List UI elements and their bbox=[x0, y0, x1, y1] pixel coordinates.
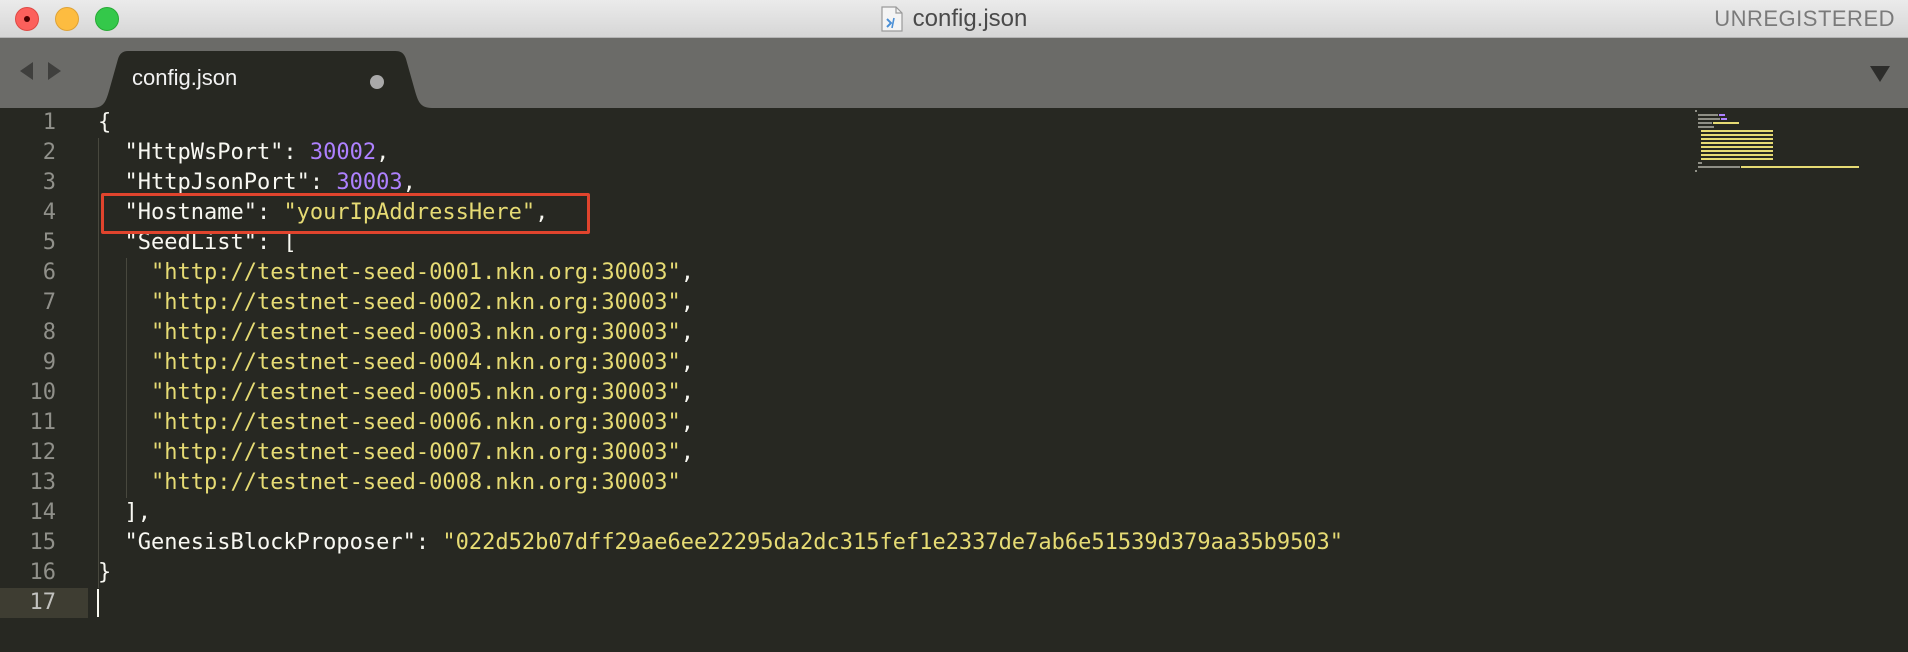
code-token: "022d52b07dff29ae6ee22295da2dc315fef1e23… bbox=[442, 530, 1344, 555]
unsaved-dot-icon[interactable] bbox=[370, 75, 384, 89]
line-number: 5 bbox=[42, 230, 56, 255]
code-line[interactable]: 7 "http://testnet-seed-0002.nkn.org:3000… bbox=[0, 288, 1908, 318]
code-token: { bbox=[98, 110, 112, 135]
license-status: UNREGISTERED bbox=[1714, 6, 1895, 31]
line-number: 2 bbox=[42, 140, 56, 165]
code-text: "http://testnet-seed-0003.nkn.org:30003"… bbox=[98, 318, 694, 348]
code-text: "http://testnet-seed-0008.nkn.org:30003" bbox=[98, 468, 681, 498]
code-token: , bbox=[680, 410, 695, 435]
line-number: 6 bbox=[42, 260, 56, 285]
nav-back-icon[interactable] bbox=[20, 62, 33, 80]
code-token: , bbox=[680, 380, 695, 405]
title-bar: config.json UNREGISTERED bbox=[0, 0, 1908, 38]
code-line[interactable]: 6 "http://testnet-seed-0001.nkn.org:3000… bbox=[0, 258, 1908, 288]
code-text: "GenesisBlockProposer": "022d52b07dff29a… bbox=[98, 528, 1343, 558]
code-line[interactable]: 2 "HttpWsPort": 30002, bbox=[0, 138, 1908, 168]
line-number: 1 bbox=[42, 110, 56, 135]
line-number: 15 bbox=[29, 530, 57, 555]
code-line[interactable]: 17 bbox=[0, 588, 1908, 618]
code-line[interactable]: 14 ], bbox=[0, 498, 1908, 528]
code-text: "http://testnet-seed-0004.nkn.org:30003"… bbox=[98, 348, 694, 378]
line-number: 4 bbox=[42, 200, 56, 225]
code-token: "http://testnet-seed-0002.nkn.org:30003" bbox=[150, 290, 681, 315]
code-token: , bbox=[680, 260, 695, 285]
code-line[interactable]: 1{ bbox=[0, 108, 1908, 138]
line-number: 8 bbox=[42, 320, 56, 345]
code-line[interactable]: 11 "http://testnet-seed-0006.nkn.org:300… bbox=[0, 408, 1908, 438]
code-token: "http://testnet-seed-0003.nkn.org:30003" bbox=[150, 320, 681, 345]
code-text: "http://testnet-seed-0006.nkn.org:30003"… bbox=[98, 408, 694, 438]
code-token: } bbox=[98, 560, 112, 585]
code-token: , bbox=[680, 440, 695, 465]
code-token: "HttpJsonPort": bbox=[98, 170, 337, 195]
code-text: "http://testnet-seed-0001.nkn.org:30003"… bbox=[98, 258, 694, 288]
code-token: "GenesisBlockProposer": bbox=[98, 530, 443, 555]
code-text: "http://testnet-seed-0002.nkn.org:30003"… bbox=[98, 288, 694, 318]
line-number: 14 bbox=[29, 500, 57, 525]
line-number: 9 bbox=[42, 350, 56, 375]
code-token: "http://testnet-seed-0004.nkn.org:30003" bbox=[150, 350, 681, 375]
code-text: } bbox=[98, 558, 111, 588]
line-number: 17 bbox=[29, 590, 57, 615]
window-title-group: config.json bbox=[0, 0, 1908, 37]
code-line[interactable]: 10 "http://testnet-seed-0005.nkn.org:300… bbox=[0, 378, 1908, 408]
line-number: 13 bbox=[29, 470, 57, 495]
code-line[interactable]: 12 "http://testnet-seed-0007.nkn.org:300… bbox=[0, 438, 1908, 468]
code-line[interactable]: 15 "GenesisBlockProposer": "022d52b07dff… bbox=[0, 528, 1908, 558]
tab-bar: config.json bbox=[0, 38, 1908, 108]
code-line[interactable]: 16} bbox=[0, 558, 1908, 588]
json-file-icon bbox=[881, 5, 903, 32]
code-token: "http://testnet-seed-0007.nkn.org:30003" bbox=[150, 440, 681, 465]
code-token: 30002 bbox=[309, 140, 377, 165]
line-number: 12 bbox=[29, 440, 57, 465]
line-number: 16 bbox=[29, 560, 57, 585]
code-editor[interactable]: 1{2 "HttpWsPort": 30002, 3 "HttpJsonPort"… bbox=[0, 108, 1908, 652]
minimap[interactable] bbox=[1695, 110, 1875, 174]
code-token: 30003 bbox=[336, 170, 403, 195]
code-token: , bbox=[680, 350, 695, 375]
window-title: config.json bbox=[912, 4, 1028, 32]
code-token: ], bbox=[98, 500, 151, 525]
tab-menu-chevron-icon[interactable] bbox=[1870, 66, 1890, 82]
code-token: , bbox=[402, 170, 416, 195]
code-token: "http://testnet-seed-0006.nkn.org:30003" bbox=[150, 410, 681, 435]
code-line[interactable]: 13 "http://testnet-seed-0008.nkn.org:300… bbox=[0, 468, 1908, 498]
code-text: "http://testnet-seed-0005.nkn.org:30003"… bbox=[98, 378, 694, 408]
nav-forward-icon[interactable] bbox=[48, 62, 61, 80]
code-token: "http://testnet-seed-0005.nkn.org:30003" bbox=[150, 380, 681, 405]
code-token: "http://testnet-seed-0001.nkn.org:30003" bbox=[150, 260, 681, 285]
code-text: "HttpWsPort": 30002, bbox=[98, 138, 389, 168]
indent-guide bbox=[98, 138, 99, 588]
code-line[interactable]: 9 "http://testnet-seed-0004.nkn.org:3000… bbox=[0, 348, 1908, 378]
code-token: , bbox=[376, 140, 390, 165]
line-number: 10 bbox=[29, 380, 57, 405]
code-text: { bbox=[98, 108, 111, 138]
tab-label: config.json bbox=[132, 65, 238, 90]
code-text: ], bbox=[98, 498, 151, 528]
code-token: , bbox=[680, 290, 695, 315]
code-token: "http://testnet-seed-0008.nkn.org:30003" bbox=[150, 470, 681, 495]
line-number: 11 bbox=[29, 410, 57, 435]
hostname-highlight-box bbox=[101, 193, 590, 234]
text-cursor bbox=[97, 589, 99, 617]
code-line[interactable]: 8 "http://testnet-seed-0003.nkn.org:3000… bbox=[0, 318, 1908, 348]
indent-guide bbox=[126, 258, 127, 498]
code-token: , bbox=[680, 320, 695, 345]
code-text: "http://testnet-seed-0007.nkn.org:30003"… bbox=[98, 438, 694, 468]
tab-config-json[interactable]: config.json bbox=[92, 51, 432, 108]
line-number: 3 bbox=[42, 170, 56, 195]
line-number: 7 bbox=[42, 290, 56, 315]
code-token: "HttpWsPort": bbox=[98, 140, 310, 165]
